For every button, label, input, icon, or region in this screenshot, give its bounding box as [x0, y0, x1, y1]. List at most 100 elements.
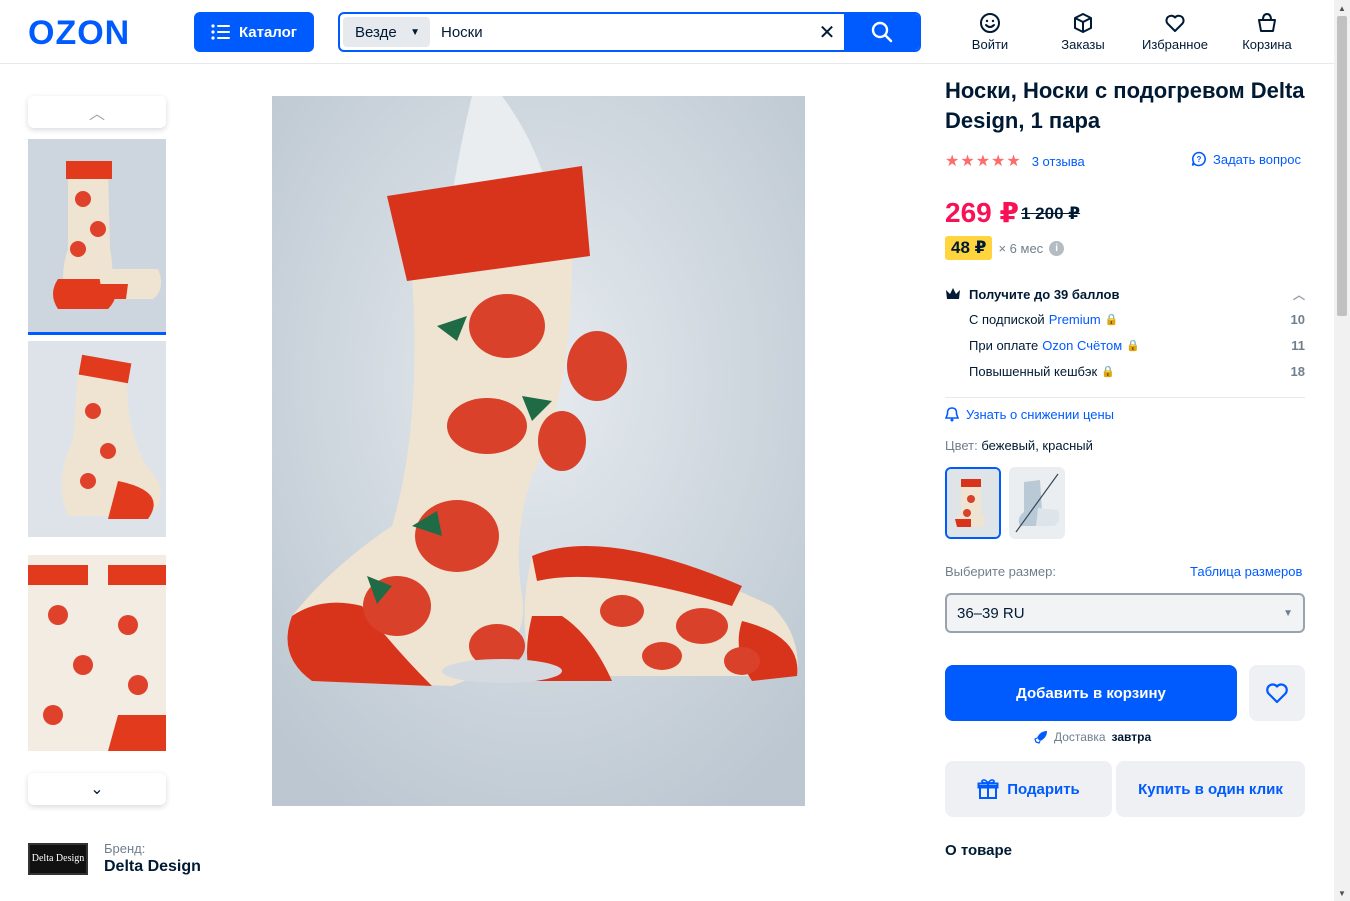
rocket-icon — [1034, 731, 1047, 744]
thumbnail-3[interactable] — [28, 555, 166, 751]
nav-login-label: Войти — [971, 37, 1009, 52]
add-to-cart-button[interactable]: Добавить в корзину — [945, 665, 1237, 721]
thumbnails-scroll-up-button[interactable]: ︿ — [28, 96, 166, 128]
ozon-logo[interactable]: OZON — [28, 14, 130, 53]
old-price: 1 200 ₽ — [1021, 204, 1081, 223]
site-header: OZON Каталог Везде ▼ ✕ Войт — [0, 0, 1334, 64]
scrollbar-thumb[interactable] — [1337, 16, 1347, 316]
thumbnails-scroll-down-button[interactable]: ⌄ — [28, 773, 166, 805]
reviews-link[interactable]: 3 отзыва — [1032, 154, 1085, 169]
heart-icon — [1266, 683, 1288, 704]
socks-product-photo — [272, 96, 805, 806]
points-panel: Получите до 39 баллов ︿ С подпиской Prem… — [945, 282, 1305, 398]
search-button[interactable] — [844, 14, 919, 50]
search-bar: Везде ▼ ✕ — [338, 12, 921, 52]
color-swatch-grey-disabled[interactable] — [1009, 467, 1065, 539]
bag-icon — [1258, 12, 1276, 32]
price-alert-link[interactable]: Узнать о снижении цены — [945, 407, 1114, 422]
catalog-button[interactable]: Каталог — [194, 12, 314, 52]
points-row: С подпиской Premium 🔒 10 — [945, 306, 1305, 332]
socks-thumbnail-image — [28, 555, 166, 751]
nav-favorites-label: Избранное — [1142, 37, 1208, 52]
clear-search-button[interactable]: ✕ — [810, 14, 844, 50]
current-price: 269 ₽ — [945, 197, 1019, 228]
installment-amount: 48 ₽ — [945, 236, 993, 260]
thumbnail-1[interactable] — [28, 139, 166, 335]
question-bubble-icon: ? — [1191, 151, 1206, 167]
swatch-image — [947, 469, 999, 537]
crown-icon — [946, 288, 960, 299]
about-product-heading: О товаре — [945, 842, 1013, 859]
search-input[interactable] — [433, 14, 810, 50]
heart-icon — [1165, 14, 1185, 32]
points-value: 11 — [1291, 337, 1305, 353]
size-label: Выберите размер: — [945, 564, 1056, 579]
box-icon — [1074, 13, 1092, 33]
nav-orders[interactable]: Заказы — [1043, 12, 1123, 52]
color-label-title: Цвет: — [945, 438, 978, 453]
color-swatch-beige-red[interactable] — [945, 467, 1001, 539]
points-row-label: Повышенный кешбэк — [969, 363, 1098, 379]
menu-list-icon — [211, 24, 230, 40]
info-icon[interactable]: i — [1049, 240, 1065, 256]
color-value: бежевый, красный — [981, 438, 1093, 453]
ask-question-link[interactable]: ? Задать вопрос — [1191, 151, 1301, 167]
size-table-link[interactable]: Таблица размеров — [1190, 564, 1302, 579]
size-select[interactable]: 36–39 RU ▼ — [945, 593, 1305, 633]
buy-one-click-button[interactable]: Купить в один клик — [1116, 761, 1305, 817]
nav-login[interactable]: Войти — [950, 12, 1030, 52]
svg-text:?: ? — [1197, 155, 1202, 164]
brand-name[interactable]: Delta Design — [104, 858, 201, 876]
points-row-label: С подпиской — [969, 311, 1045, 327]
gift-label: Подарить — [1007, 780, 1080, 798]
premium-link[interactable]: Premium — [1049, 312, 1101, 327]
lock-icon: 🔒 — [1126, 339, 1140, 352]
nav-favorites[interactable]: Избранное — [1135, 12, 1215, 52]
chevron-up-icon: ︿ — [88, 106, 105, 123]
delivery-info: Доставка завтра — [1034, 730, 1151, 744]
price-alert-label: Узнать о снижении цены — [966, 407, 1115, 422]
bell-icon — [945, 407, 959, 422]
chevron-down-icon: ⌄ — [90, 781, 104, 798]
brand-logo: Delta Design — [28, 842, 88, 875]
lock-icon: 🔒 — [1101, 365, 1115, 378]
installment-row[interactable]: 48 ₽ × 6 мес i — [945, 236, 1065, 260]
scroll-down-arrow-icon[interactable]: ▼ — [1334, 885, 1350, 901]
rating-row[interactable]: ★★★★★ 3 отзыва — [945, 151, 1085, 171]
swatch-image — [1010, 468, 1064, 538]
search-scope-select[interactable]: Везде ▼ — [343, 17, 430, 47]
nav-cart-label: Корзина — [1242, 37, 1292, 52]
delivery-day: завтра — [1111, 730, 1152, 744]
chevron-up-icon: ︿ — [1292, 287, 1305, 302]
close-icon: ✕ — [818, 21, 836, 44]
points-row: При оплате Ozon Счётом 🔒 11 — [945, 332, 1305, 358]
product-main-image[interactable] — [272, 96, 805, 806]
color-label: Цвет: бежевый, красный — [945, 438, 1093, 453]
points-header-label: Получите до 39 баллов — [969, 286, 1120, 302]
lock-icon: 🔒 — [1104, 313, 1119, 326]
product-title: Носки, Носки с подогревом Delta Design, … — [945, 78, 1305, 133]
installment-term: × 6 мес — [998, 240, 1044, 256]
socks-thumbnail-image — [28, 341, 166, 537]
points-row-label: При оплате — [969, 337, 1039, 353]
points-value: 10 — [1290, 311, 1305, 327]
ozon-account-link[interactable]: Ozon Счётом — [1042, 338, 1122, 353]
scroll-up-arrow-icon[interactable]: ▲ — [1334, 0, 1350, 16]
brand-block[interactable]: Delta Design Бренд: Delta Design — [28, 841, 201, 876]
thumbnail-2[interactable] — [28, 341, 166, 537]
gift-icon — [977, 779, 999, 799]
add-to-favorites-button[interactable] — [1249, 665, 1305, 721]
rating-stars-icon: ★★★★★ — [945, 153, 1022, 170]
nav-orders-label: Заказы — [1061, 37, 1105, 52]
points-value: 18 — [1290, 363, 1305, 379]
socks-thumbnail-image — [28, 139, 166, 332]
brand-label: Бренд: — [104, 841, 146, 856]
gift-button[interactable]: Подарить — [945, 761, 1112, 817]
search-icon — [871, 21, 892, 43]
points-row: Повышенный кешбэк 🔒 18 — [945, 358, 1305, 384]
ask-question-label: Задать вопрос — [1213, 151, 1301, 167]
search-scope-label: Везде — [355, 23, 397, 41]
nav-cart[interactable]: Корзина — [1227, 12, 1307, 52]
caret-down-icon: ▼ — [410, 26, 420, 38]
points-header[interactable]: Получите до 39 баллов ︿ — [945, 282, 1305, 306]
